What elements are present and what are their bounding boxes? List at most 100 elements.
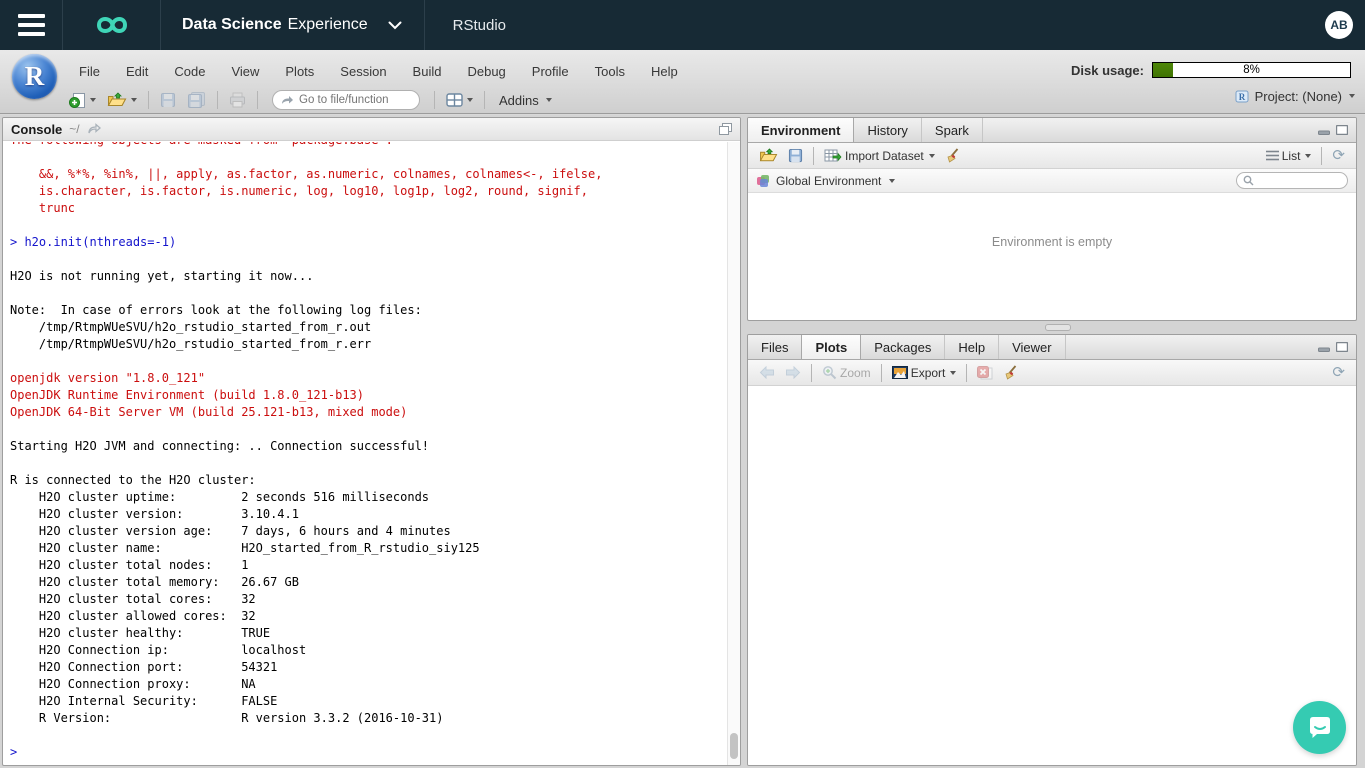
forward-arrow-icon [785,366,801,379]
user-avatar[interactable]: AB [1325,11,1353,39]
maximize-pane-icon[interactable] [719,123,732,135]
export-plot-button[interactable]: Export [889,364,960,382]
tab[interactable]: Files [748,335,802,359]
minimize-pane-icon[interactable] [1318,342,1330,352]
zoom-label: Zoom [840,366,871,380]
tab[interactable]: Plots [801,335,861,359]
console-line: H2O cluster version age: 7 days, 6 hours… [10,523,723,540]
console-line [10,285,723,302]
product-name-bold: Data Science [182,16,282,34]
menu-item[interactable]: Debug [454,61,518,82]
open-in-window-icon[interactable] [87,123,101,135]
disk-usage-label: Disk usage: [1071,63,1144,78]
maximize-pane-icon[interactable] [1336,342,1348,352]
project-selector[interactable]: R Project: (None) [1234,88,1355,104]
console-line: H2O cluster healthy: TRUE [10,625,723,642]
plot-display-area [748,386,1356,766]
menu-item[interactable]: File [66,61,113,82]
hamburger-icon [18,14,45,36]
remove-plot-icon [977,366,993,380]
console-line [10,149,723,166]
addins-button[interactable]: Addins [493,91,558,110]
console-header: Console ~/ [3,118,740,141]
dsx-logo[interactable] [63,0,160,50]
environment-toolbar: Import Dataset List ⟳ [748,143,1356,169]
dropdown-caret [889,179,895,183]
menu-bar: FileEditCodeViewPlotsSessionBuildDebugPr… [66,60,691,82]
pane-splitter-grip[interactable] [1045,324,1071,331]
hamburger-menu-button[interactable] [0,0,62,50]
list-view-button[interactable]: List [1263,147,1315,165]
console-line: H2O cluster total memory: 26.67 GB [10,574,723,591]
save-workspace-button[interactable] [785,146,806,165]
app-name: RStudio [425,0,526,50]
tab[interactable]: Viewer [999,335,1066,359]
pane-layout-button[interactable] [443,91,476,109]
goto-file-search[interactable] [272,90,420,110]
clear-environment-button[interactable] [942,146,963,166]
global-environment-selector[interactable]: Global Environment [776,174,881,188]
clear-all-plots-button[interactable] [1000,363,1021,383]
minimize-pane-icon[interactable] [1318,125,1330,135]
product-switcher[interactable]: Data Science Experience [161,0,424,50]
menu-item[interactable]: Session [327,61,399,82]
avatar-initials: AB [1330,18,1347,32]
tab[interactable]: Help [945,335,999,359]
open-folder-icon [759,148,778,163]
goto-file-input[interactable] [299,94,411,106]
console-line: H2O cluster name: H2O_started_from_R_rst… [10,540,723,557]
console-line: OpenJDK 64-Bit Server VM (build 25.121-b… [10,404,723,421]
print-icon [229,92,246,108]
console-line: &&, %*%, %in%, ||, apply, as.factor, as.… [10,166,723,183]
console-line: H2O cluster uptime: 2 seconds 516 millis… [10,489,723,506]
menu-item[interactable]: Tools [582,61,638,82]
import-dataset-button[interactable]: Import Dataset [821,147,938,165]
console-scrollbar[interactable] [727,142,740,765]
tab[interactable]: Environment [747,118,854,142]
scrollbar-thumb[interactable] [730,733,738,759]
menu-item[interactable]: Code [161,61,218,82]
menu-item[interactable]: Build [400,61,455,82]
new-file-button[interactable] [66,89,99,111]
console-line: H2O Connection proxy: NA [10,676,723,693]
remove-plot-button [974,364,996,382]
maximize-pane-icon[interactable] [1336,125,1348,135]
chevron-down-icon [374,21,402,30]
next-plot-button [782,364,804,381]
tab[interactable]: Packages [861,335,945,359]
save-icon [160,92,176,108]
chat-widget-button[interactable] [1293,701,1346,754]
dropdown-caret [546,98,552,102]
console-line: H2O Internal Security: FALSE [10,693,723,710]
product-name-regular: Experience [288,16,368,34]
environment-search[interactable] [1236,172,1348,189]
dropdown-caret [929,154,935,158]
environment-search-input[interactable] [1258,175,1341,187]
menu-item[interactable]: Help [638,61,691,82]
project-label: Project: (None) [1255,89,1342,104]
refresh-environment-button[interactable]: ⟳ [1329,146,1348,165]
console-line [10,217,723,234]
disk-usage-bar: 8% [1152,62,1351,78]
tab[interactable]: History [854,118,921,142]
refresh-icon: ⟳ [1332,365,1345,380]
menu-item[interactable]: View [218,61,272,82]
console-line: H2O cluster version: 3.10.4.1 [10,506,723,523]
open-file-button[interactable] [104,90,140,110]
console-working-dir[interactable]: ~/ [69,122,79,136]
refresh-plots-button[interactable]: ⟳ [1329,363,1348,382]
console-line: Note: In case of errors look at the foll… [10,302,723,319]
console-line [10,455,723,472]
menu-item[interactable]: Profile [519,61,582,82]
console-line: OpenJDK Runtime Environment (build 1.8.0… [10,387,723,404]
console-output[interactable]: The following objects are masked from 'p… [3,142,727,765]
chat-bubble-icon [1307,715,1333,741]
console-line: openjdk version "1.8.0_121" [10,370,723,387]
svg-text:R: R [1238,92,1245,102]
files-tabs: FilesPlotsPackagesHelpViewer [748,335,1066,359]
load-workspace-button[interactable] [756,146,781,165]
menu-item[interactable]: Plots [272,61,327,82]
previous-plot-button [756,364,778,381]
menu-item[interactable]: Edit [113,61,161,82]
tab[interactable]: Spark [922,118,983,142]
